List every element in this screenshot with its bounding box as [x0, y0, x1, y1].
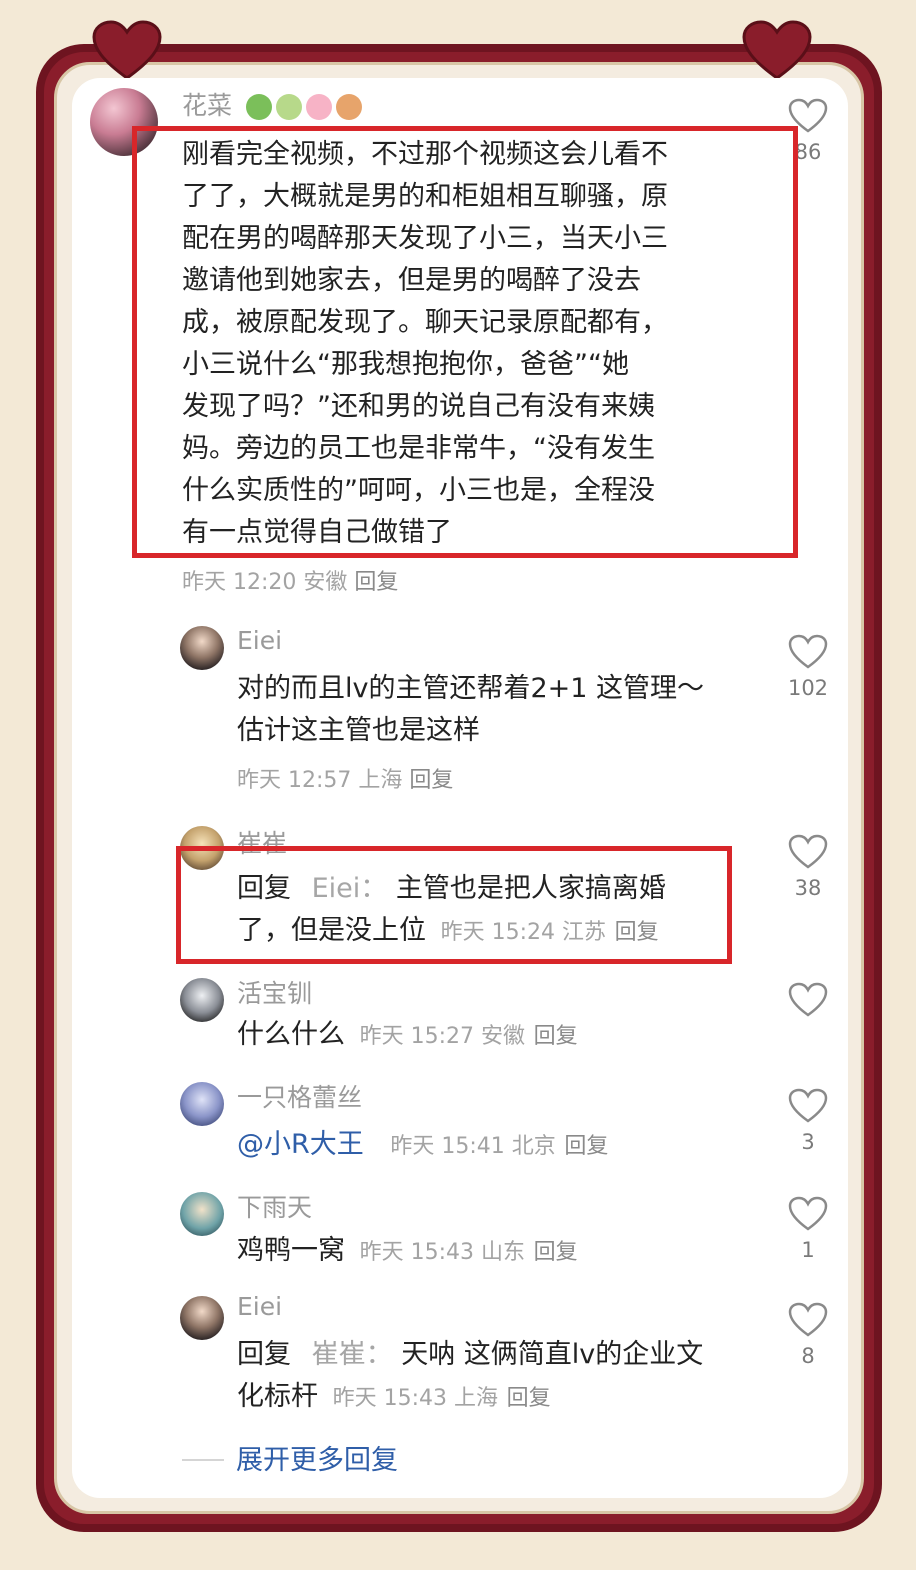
comment-body: 鸡鸭一窝 昨天 15:43 山东 回复	[237, 1235, 578, 1266]
comment-body: 回复 崔崔： 天呐 这俩简直lv的企业文 化标杆 昨天 15:43 上海 回复	[237, 1339, 704, 1412]
timestamp-location: 昨天 12:57 上海	[237, 768, 403, 793]
avatar[interactable]	[180, 978, 224, 1022]
like-count: 1	[801, 1238, 815, 1262]
like-button[interactable]: 8	[786, 1302, 830, 1368]
like-button[interactable]: 1	[786, 1196, 830, 1262]
reply-item: 一只格蕾丝 @小R大王 昨天 15:41 北京 回复 3	[72, 1078, 848, 1182]
highlight-box	[176, 846, 732, 964]
username[interactable]: 花菜	[182, 86, 362, 122]
username-label: 花菜	[182, 91, 233, 120]
username-emoji	[245, 94, 362, 120]
username[interactable]: 一只格蕾丝	[237, 1078, 362, 1114]
heart-outline-icon	[788, 982, 828, 1017]
like-button[interactable]: 3	[786, 1088, 830, 1154]
avatar[interactable]	[180, 1082, 224, 1126]
timestamp-location: 昨天 15:27 安徽	[359, 1024, 525, 1049]
expand-replies-button[interactable]: 展开更多回复	[236, 1438, 398, 1477]
leaf-emoji	[275, 94, 302, 120]
heart-outline-icon	[788, 1196, 828, 1231]
expand-replies-label: 展开更多回复	[236, 1445, 398, 1476]
timestamp-location: 昨天 15:41 北京	[390, 1134, 556, 1159]
heart-outline-icon	[788, 1302, 828, 1337]
heart-outline-icon	[788, 1088, 828, 1123]
highlight-box	[132, 126, 798, 558]
comment-meta: 昨天 12:20 安徽 回复	[182, 564, 398, 596]
avatar[interactable]	[180, 626, 224, 670]
like-count: 102	[787, 676, 829, 700]
heart-outline-icon	[788, 834, 828, 869]
timestamp-location: 昨天 15:43 上海	[332, 1386, 498, 1411]
like-button[interactable]	[786, 982, 830, 1024]
comment-meta: 昨天 12:57 上海 回复	[237, 762, 453, 794]
avatar[interactable]	[180, 1296, 224, 1340]
avatar[interactable]	[180, 1192, 224, 1236]
reply-item: 下雨天 鸡鸭一窝 昨天 15:43 山东 回复 1	[72, 1188, 848, 1288]
username[interactable]: 下雨天	[237, 1188, 312, 1224]
reply-button[interactable]: 回复	[564, 1134, 608, 1159]
comment-body: @小R大王 昨天 15:41 北京 回复	[237, 1124, 777, 1168]
like-count: 38	[794, 876, 822, 900]
like-button[interactable]: 102	[786, 634, 830, 700]
username[interactable]: Eiei	[237, 626, 282, 655]
broccoli-emoji	[245, 94, 272, 120]
reply-item: Eiei 回复 崔崔： 天呐 这俩简直lv的企业文 化标杆 昨天 15:43 上…	[72, 1292, 848, 1432]
divider-line	[182, 1459, 224, 1461]
reply-button[interactable]: 回复	[409, 768, 453, 793]
username[interactable]: Eiei	[237, 1292, 282, 1321]
timestamp-location: 昨天 12:20 安徽	[182, 570, 348, 595]
comment-body: 什么什么 昨天 15:27 安徽 回复	[237, 1019, 578, 1050]
timestamp-location: 昨天 15:43 山东	[359, 1240, 525, 1265]
reply-item: 活宝钏 什么什么 昨天 15:27 安徽 回复	[72, 974, 848, 1074]
reply-button[interactable]: 回复	[507, 1386, 551, 1411]
reply-button[interactable]: 回复	[354, 570, 398, 595]
reply-button[interactable]: 回复	[534, 1240, 578, 1265]
reply-prefix: 回复	[237, 1339, 291, 1370]
comment-body: 对的而且lv的主管还帮着2+1 这管理～ 估计这主管也是这样	[237, 673, 705, 746]
reply-button[interactable]: 回复	[534, 1024, 578, 1049]
like-count: 8	[801, 1344, 815, 1368]
like-count: 3	[801, 1130, 815, 1154]
like-button[interactable]: 38	[786, 834, 830, 900]
mention-link[interactable]: @小R大王	[237, 1129, 364, 1160]
quoted-username[interactable]: 崔崔：	[312, 1339, 393, 1370]
cherry-blossom-emoji	[305, 94, 332, 120]
reply-item: Eiei 对的而且lv的主管还帮着2+1 这管理～ 估计这主管也是这样 昨天 1…	[72, 618, 848, 818]
heart-icon	[92, 20, 162, 80]
heart-outline-icon	[788, 634, 828, 669]
comment-card: 花菜 刚看完全视频，不过那个视频这会儿看不 了了，大概就是男的和柜姐相互聊骚，原…	[72, 78, 848, 1498]
username[interactable]: 活宝钏	[237, 974, 312, 1010]
autumn-leaf-emoji	[335, 94, 362, 120]
heart-icon	[742, 20, 812, 80]
